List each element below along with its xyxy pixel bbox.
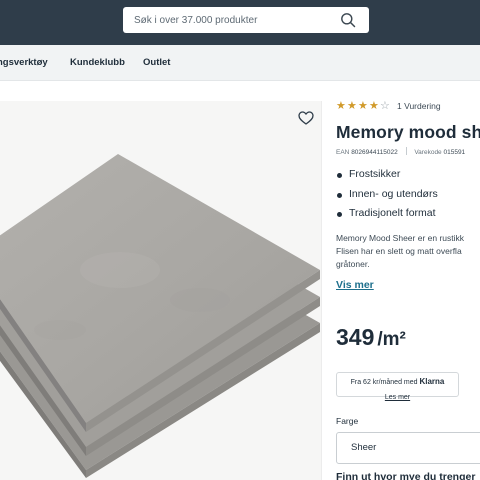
klarna-text: Fra 62 kr/måned med bbox=[350, 379, 418, 386]
nav-item-verktoy[interactable]: ngsverktøy bbox=[0, 57, 48, 68]
klarna-financing[interactable]: Fra 62 kr/måned med Klarna Les mer bbox=[336, 372, 459, 401]
klarna-read-more-link[interactable]: Les mer bbox=[385, 394, 410, 401]
product-image bbox=[0, 154, 320, 478]
feature-item: Tradisjonelt format bbox=[336, 207, 438, 227]
review-count[interactable]: 1 Vurdering bbox=[397, 101, 441, 111]
ean-label: EAN bbox=[336, 149, 350, 156]
description-line: Memory Mood Sheer er en rustikk bbox=[336, 233, 465, 243]
nav-item-kundeklubb[interactable]: Kundeklubb bbox=[70, 57, 125, 68]
product-description: Memory Mood Sheer er en rustikk Flisen h… bbox=[336, 232, 480, 271]
feature-item: Innen- og utendørs bbox=[336, 188, 438, 208]
divider bbox=[405, 147, 407, 155]
feature-item: Frostsikker bbox=[336, 168, 438, 188]
description-line: Flisen har en slett og matt overfla bbox=[336, 246, 462, 256]
star-icon: ★ bbox=[347, 100, 357, 112]
show-more-link[interactable]: Vis mer bbox=[336, 279, 374, 291]
star-empty-icon: ☆ bbox=[380, 100, 390, 112]
product-title: Memory mood she bbox=[336, 122, 480, 142]
feature-list: Frostsikker Innen- og utendørs Tradisjon… bbox=[336, 168, 438, 227]
klarna-logo: Klarna bbox=[419, 377, 445, 386]
product-info: ★ ★ ★ ★ ☆ 1 Vurdering Memory mood she EA… bbox=[336, 0, 480, 480]
product-price: 349/m² bbox=[336, 324, 406, 351]
sku-label: Varekode bbox=[414, 149, 442, 156]
star-icon: ★ bbox=[358, 100, 368, 112]
color-select[interactable]: Sheer bbox=[336, 432, 480, 464]
product-codes: EAN 8026944115022 Varekode 015591 bbox=[336, 147, 465, 156]
ean-value: 8026944115022 bbox=[351, 149, 398, 156]
description-line: gråtoner. bbox=[336, 259, 370, 269]
search-bar[interactable] bbox=[123, 7, 369, 33]
klarna-text-row: Fra 62 kr/måned med Klarna bbox=[337, 377, 458, 386]
search-input[interactable] bbox=[134, 14, 334, 26]
color-label: Farge bbox=[336, 416, 359, 426]
product-rating[interactable]: ★ ★ ★ ★ ☆ 1 Vurdering bbox=[336, 100, 441, 112]
price-unit: /m² bbox=[377, 329, 406, 350]
star-icon: ★ bbox=[336, 100, 346, 112]
sku-value: 015591 bbox=[443, 149, 466, 156]
product-image-area[interactable] bbox=[0, 101, 322, 480]
nav-item-outlet[interactable]: Outlet bbox=[143, 57, 170, 68]
star-icon: ★ bbox=[369, 100, 379, 112]
price-value: 349 bbox=[336, 324, 375, 350]
quantity-helper-heading: Finn ut hvor mye du trenger bbox=[336, 471, 476, 480]
heart-icon[interactable] bbox=[298, 110, 314, 126]
